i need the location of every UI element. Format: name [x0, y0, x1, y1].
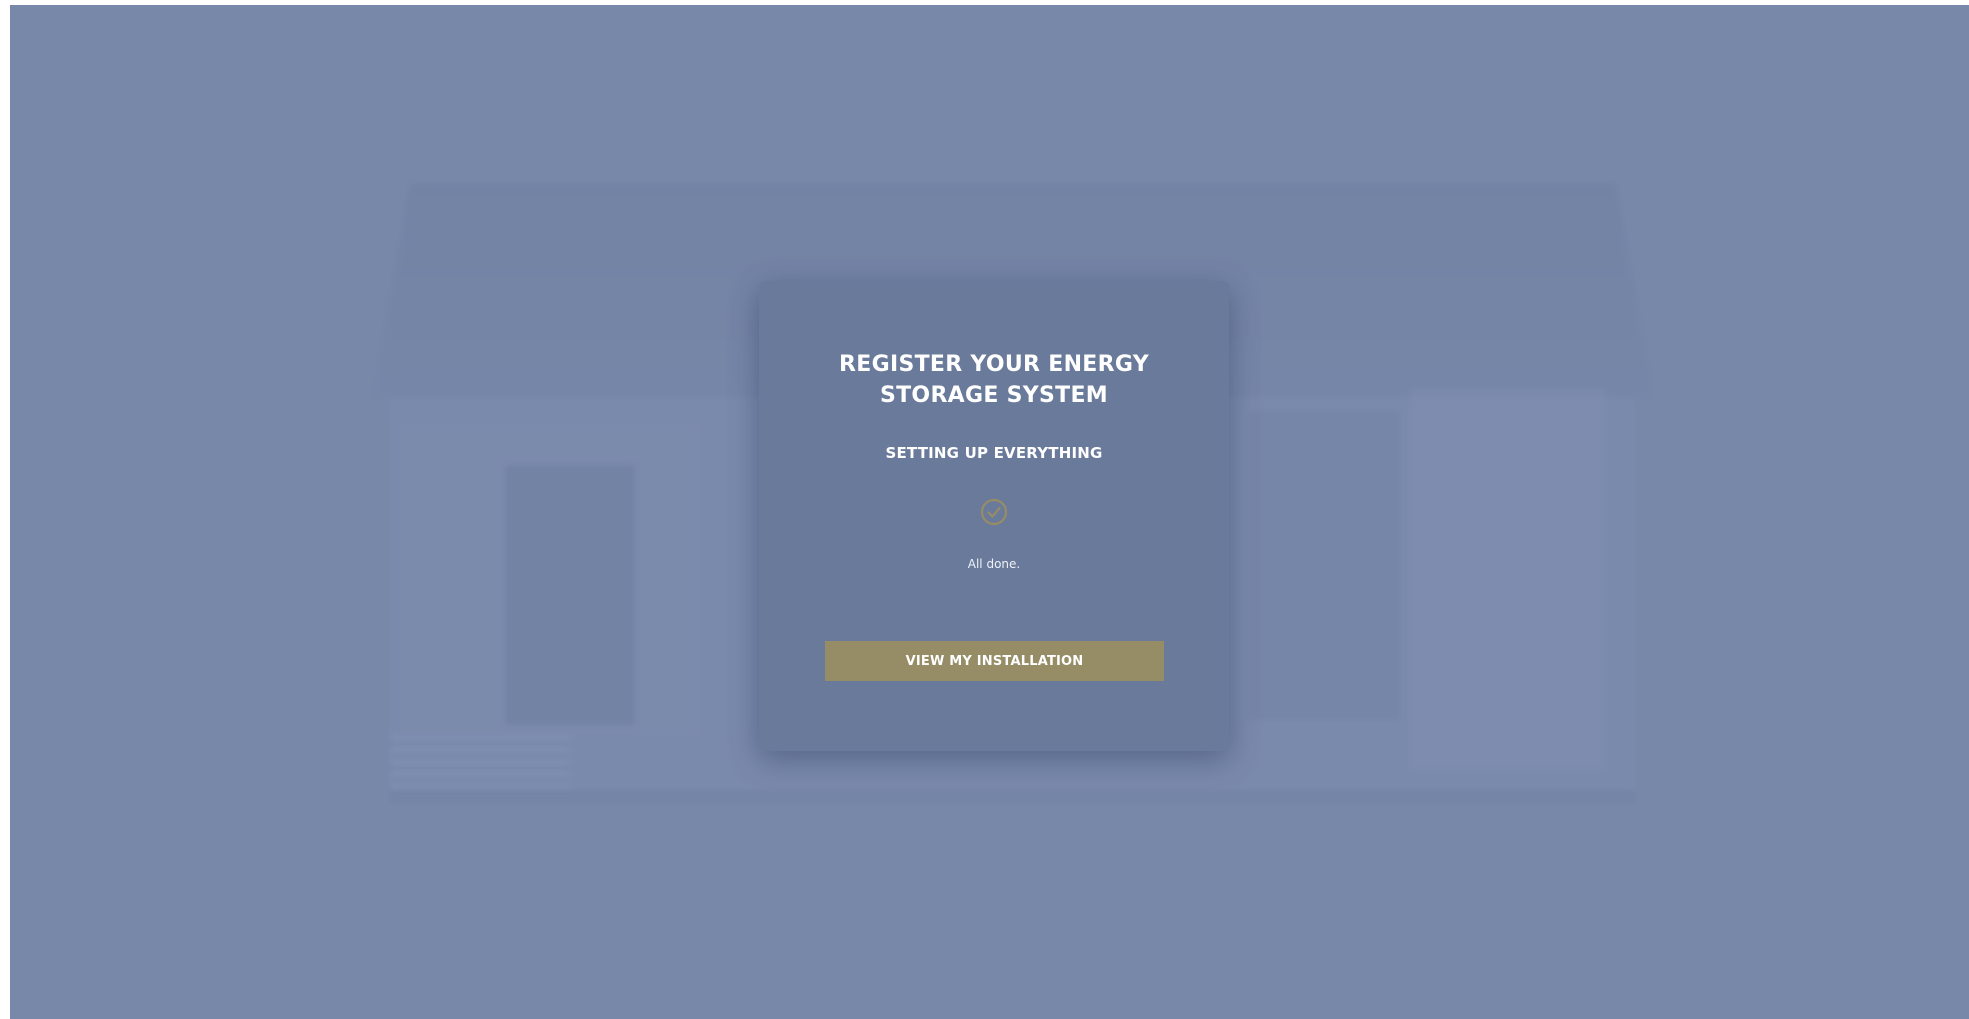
status-text: All done.	[967, 557, 1021, 571]
modal-title-line-1: REGISTER YOUR ENERGY	[839, 352, 1149, 377]
modal-subtitle: SETTING UP EVERYTHING	[885, 444, 1103, 462]
registration-modal: REGISTER YOUR ENERGY STORAGE SYSTEM SETT…	[759, 281, 1229, 751]
modal-title-line-2: STORAGE SYSTEM	[879, 383, 1108, 408]
energy-storage-cabinet	[1410, 390, 1605, 770]
check-circle-icon	[980, 498, 1008, 526]
view-my-installation-button[interactable]: VIEW MY INSTALLATION	[825, 641, 1164, 681]
modal-title: REGISTER YOUR ENERGY STORAGE SYSTEM	[759, 349, 1229, 411]
house-base	[390, 790, 1635, 802]
house-window-right	[1250, 410, 1400, 720]
house-door	[505, 465, 635, 725]
page-frame: REGISTER YOUR ENERGY STORAGE SYSTEM SETT…	[10, 5, 1969, 1019]
house-steps	[390, 735, 570, 795]
